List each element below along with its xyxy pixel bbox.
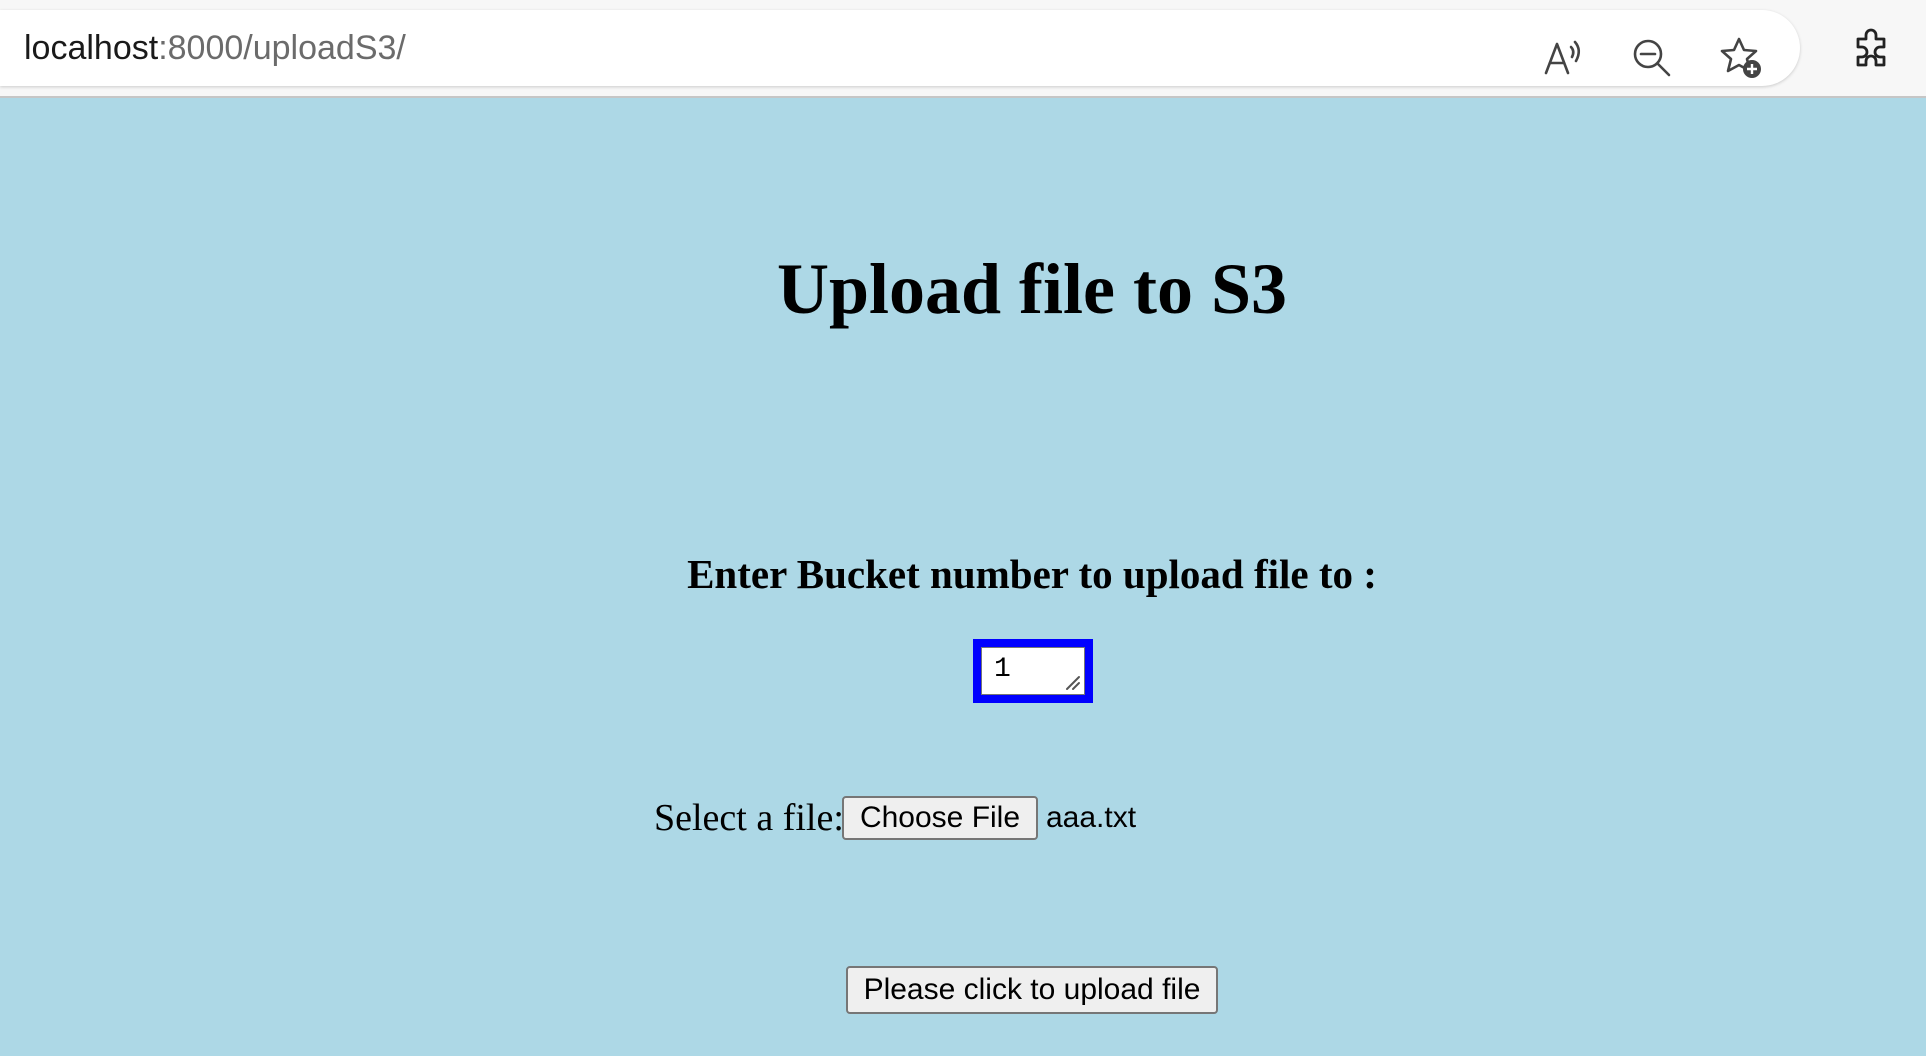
browser-toolbar: localhost:8000/uploadS3/ <box>0 0 1926 98</box>
choose-file-button[interactable]: Choose File <box>842 796 1038 840</box>
address-bar[interactable]: localhost:8000/uploadS3/ <box>0 10 1800 86</box>
resize-grip-icon[interactable] <box>1063 673 1081 691</box>
upload-file-button[interactable]: Please click to upload file <box>846 966 1218 1014</box>
url-host: localhost <box>24 29 159 67</box>
page-title: Upload file to S3 <box>776 249 1288 329</box>
extensions-icon[interactable] <box>1849 25 1895 71</box>
url-text[interactable]: localhost:8000/uploadS3/ <box>24 10 406 86</box>
zoom-out-icon[interactable] <box>1629 35 1675 81</box>
bucket-number-label: Enter Bucket number to upload file to : <box>687 551 1377 597</box>
url-path: :8000/uploadS3/ <box>158 29 406 67</box>
add-favorite-icon[interactable] <box>1719 35 1765 81</box>
chosen-file-name: aaa.txt <box>1046 801 1137 834</box>
read-aloud-icon[interactable] <box>1540 35 1586 81</box>
bucket-focus-ring: 1 <box>973 639 1093 703</box>
select-file-label: Select a file: <box>654 797 844 839</box>
